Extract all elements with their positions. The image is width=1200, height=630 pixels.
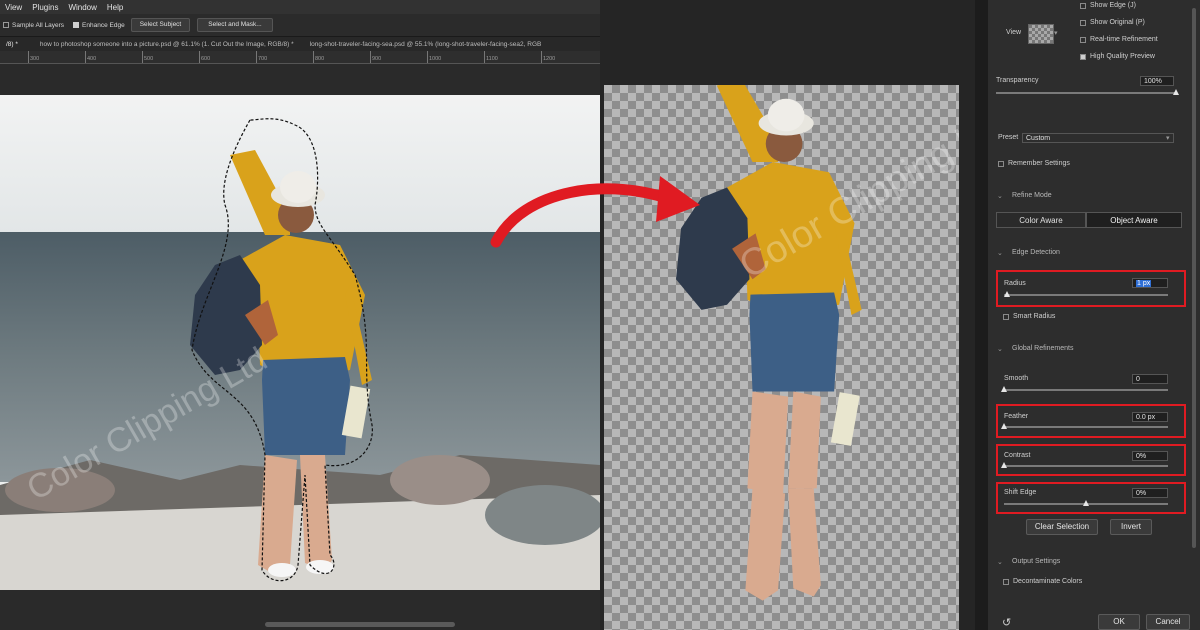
smart-radius-checkbox[interactable] — [1003, 314, 1009, 320]
transparency-preview: Color Clipping Ltd — [604, 85, 959, 630]
ruler-tick: 400 — [87, 56, 97, 62]
ruler-tick: 900 — [372, 56, 382, 62]
radius-input[interactable]: 1 px — [1132, 278, 1168, 288]
transparency-slider[interactable] — [996, 92, 1176, 94]
contrast-slider[interactable] — [1004, 465, 1168, 467]
global-refinements-heading: Global Refinements — [1012, 345, 1074, 352]
invert-button[interactable]: Invert — [1110, 519, 1152, 535]
radius-highlight-box — [996, 270, 1186, 307]
cancel-button[interactable]: Cancel — [1146, 614, 1190, 630]
menu-bar: View Plugins Window Help — [0, 0, 600, 14]
shift-edge-slider-thumb[interactable] — [1082, 500, 1089, 506]
decontaminate-colors-checkbox[interactable] — [1003, 579, 1009, 585]
clear-selection-button[interactable]: Clear Selection — [1026, 519, 1098, 535]
menu-window[interactable]: Window — [63, 3, 101, 12]
properties-panel: View ▾ Show Edge (J) Show Original (P) R… — [988, 0, 1200, 630]
smooth-slider-thumb[interactable] — [1000, 386, 1007, 392]
horizontal-scrollbar[interactable] — [265, 622, 455, 627]
view-dropdown-chevron-icon[interactable]: ▾ — [1054, 29, 1058, 37]
transparency-slider-thumb[interactable] — [1172, 89, 1179, 95]
remember-settings-checkbox[interactable] — [998, 161, 1004, 167]
show-original-checkbox[interactable] — [1080, 20, 1086, 26]
feather-slider[interactable] — [1004, 426, 1168, 428]
refine-mode-chevron-icon[interactable]: ⌄ — [997, 192, 1003, 200]
enhance-edge-label: Enhance Edge — [82, 21, 125, 29]
preset-dropdown[interactable]: Custom — [1022, 133, 1174, 143]
menu-help[interactable]: Help — [102, 3, 128, 12]
tab-document-1[interactable]: how to photoshop someone into a picture.… — [34, 41, 300, 48]
contrast-slider-thumb[interactable] — [1000, 462, 1007, 468]
color-aware-button[interactable]: Color Aware — [996, 212, 1086, 228]
radius-label: Radius — [1004, 280, 1026, 287]
edge-detection-chevron-icon[interactable]: ⌄ — [997, 249, 1003, 257]
select-subject-button[interactable]: Select Subject — [130, 18, 191, 32]
show-edge-label: Show Edge (J) — [1090, 2, 1136, 9]
output-settings-chevron-icon[interactable]: ⌄ — [997, 558, 1003, 566]
tab-document-2[interactable]: long-shot-traveler-facing-sea.psd @ 55.1… — [304, 41, 548, 48]
transparency-input[interactable]: 100% — [1140, 76, 1174, 86]
options-bar: Sample All Layers Enhance Edge Select Su… — [0, 14, 600, 37]
panel-scrollbar[interactable] — [1192, 8, 1196, 548]
high-quality-preview-checkbox[interactable] — [1080, 54, 1086, 60]
preset-value: Custom — [1026, 135, 1051, 142]
horizontal-ruler: 300 400 500 600 700 800 900 1000 1100 12… — [0, 51, 600, 64]
smooth-input[interactable]: 0 — [1132, 374, 1168, 384]
ok-button[interactable]: OK — [1098, 614, 1140, 630]
feather-label: Feather — [1004, 413, 1029, 420]
smart-radius-label: Smart Radius — [1013, 313, 1056, 320]
ruler-tick: 1200 — [543, 56, 556, 62]
panel-divider — [975, 0, 988, 630]
realtime-refinement-checkbox[interactable] — [1080, 37, 1086, 43]
view-mode-thumbnail[interactable] — [1028, 24, 1054, 44]
refine-mode-heading: Refine Mode — [1012, 192, 1052, 199]
global-refinements-chevron-icon[interactable]: ⌄ — [997, 345, 1003, 353]
decontaminate-colors-label: Decontaminate Colors — [1013, 578, 1083, 585]
smooth-label: Smooth — [1004, 375, 1029, 382]
radius-slider-thumb[interactable] — [1003, 291, 1010, 297]
transparency-label: Transparency — [996, 77, 1039, 84]
show-original-label: Show Original (P) — [1090, 19, 1145, 26]
high-quality-preview-label: High Quality Preview — [1090, 53, 1155, 60]
sample-all-layers-label: Sample All Layers — [12, 21, 65, 29]
feather-input[interactable]: 0.0 px — [1132, 412, 1168, 422]
sample-all-layers-checkbox[interactable]: Sample All Layers — [3, 22, 64, 29]
contrast-label: Contrast — [1004, 452, 1031, 459]
menu-plugins[interactable]: Plugins — [27, 3, 63, 12]
show-edge-checkbox[interactable] — [1080, 3, 1086, 9]
preset-label: Preset — [998, 134, 1019, 141]
object-aware-button[interactable]: Object Aware — [1086, 212, 1182, 228]
feather-slider-thumb[interactable] — [1000, 423, 1007, 429]
select-and-mask-button[interactable]: Select and Mask... — [197, 18, 273, 32]
ruler-tick: 300 — [30, 56, 40, 62]
red-arrow-annotation — [490, 176, 700, 248]
realtime-refinement-label: Real-time Refinement — [1090, 36, 1158, 43]
ruler-tick: 600 — [201, 56, 211, 62]
radius-value: 1 px — [1136, 280, 1152, 287]
preset-chevron-icon[interactable]: ▾ — [1166, 134, 1170, 142]
output-settings-heading: Output Settings — [1012, 558, 1061, 565]
ruler-tick: 1100 — [486, 56, 498, 62]
shift-edge-label: Shift Edge — [1004, 489, 1037, 496]
ruler-tick: 1000 — [429, 56, 442, 62]
remember-settings-label: Remember Settings — [1008, 160, 1070, 167]
contrast-input[interactable]: 0% — [1132, 451, 1168, 461]
reset-icon[interactable]: ↺ — [1002, 616, 1011, 629]
view-label: View — [1006, 29, 1022, 36]
shift-edge-highlight-box — [996, 482, 1186, 514]
tab-current[interactable]: /8) * — [0, 41, 24, 48]
ruler-tick: 500 — [144, 56, 154, 62]
edge-detection-heading: Edge Detection — [1012, 249, 1060, 256]
ruler-tick: 700 — [258, 56, 268, 62]
radius-slider[interactable] — [1004, 294, 1168, 296]
document-tabs: /8) * how to photoshop someone into a pi… — [0, 37, 600, 51]
smooth-slider[interactable] — [1004, 389, 1168, 391]
ruler-tick: 800 — [315, 56, 325, 62]
shift-edge-input[interactable]: 0% — [1132, 488, 1168, 498]
menu-view[interactable]: View — [0, 3, 27, 12]
enhance-edge-checkbox[interactable]: Enhance Edge — [73, 22, 125, 29]
